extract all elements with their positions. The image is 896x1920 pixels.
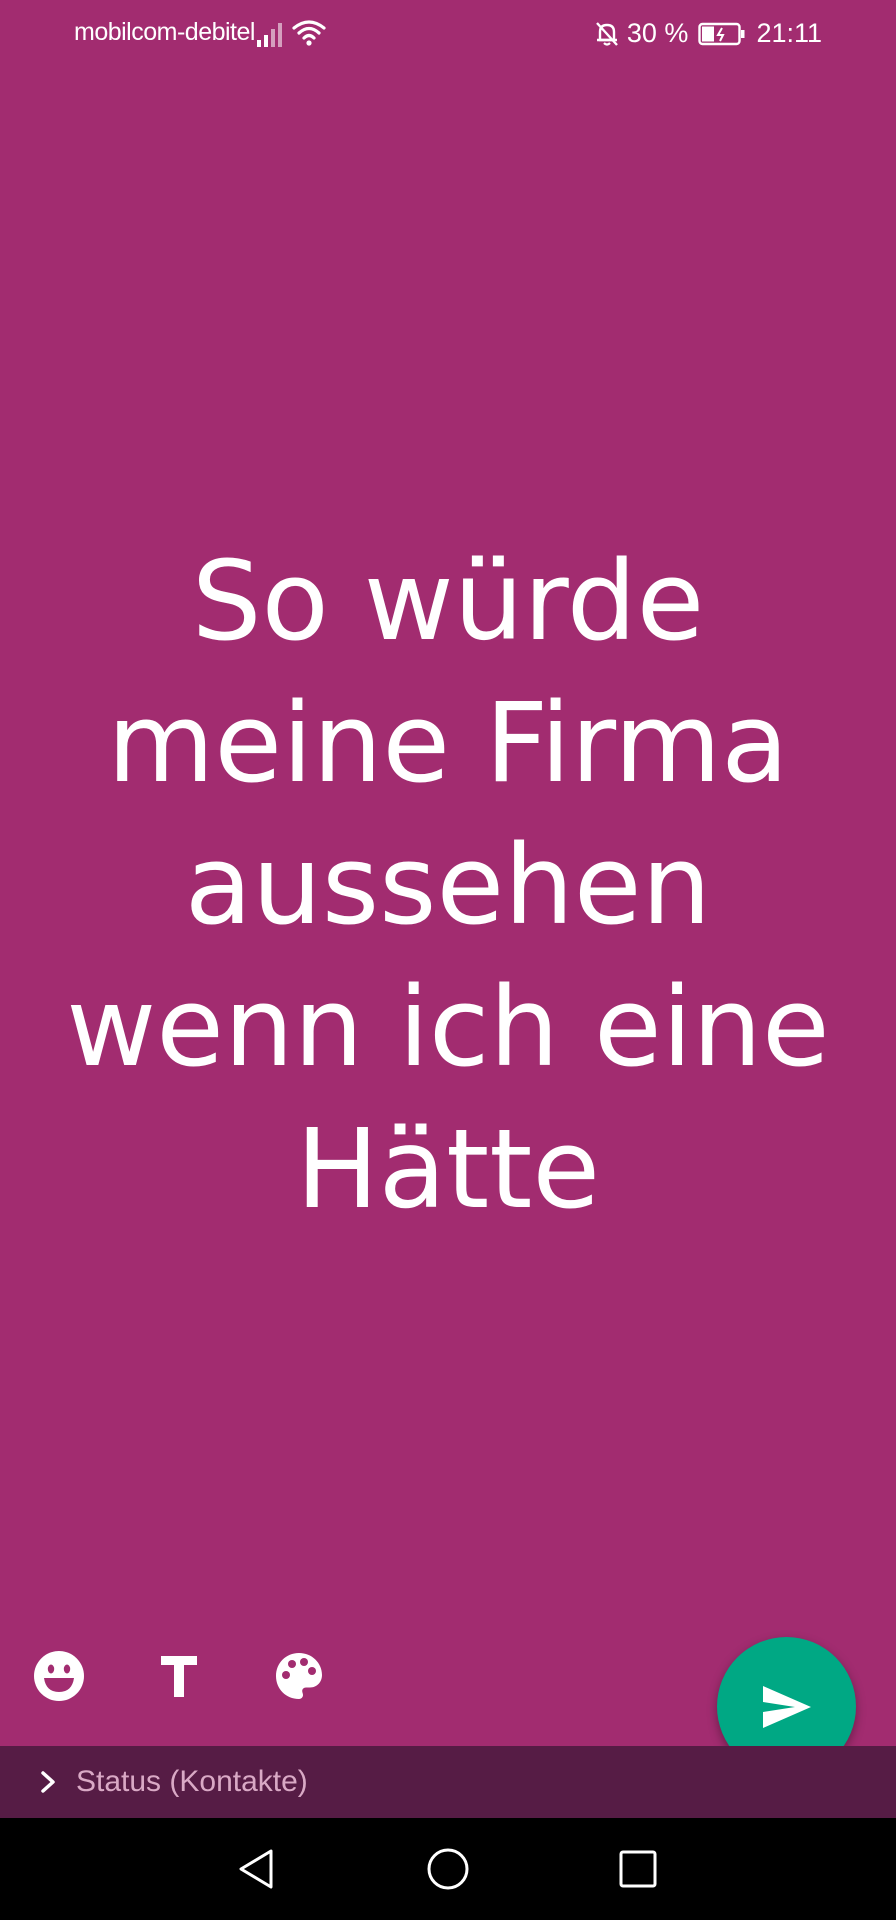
battery-percent: 30 %: [626, 18, 689, 48]
status-text-line: Hätte: [295, 1105, 601, 1233]
battery-icon: [698, 22, 745, 45]
recents-icon: [619, 1850, 657, 1888]
right-status-group: 30 % 21:11: [593, 18, 822, 49]
status-composer-screen: mobilcom-debitel 30 % 21:11 So würde mei…: [0, 0, 896, 1920]
signal-icon: [257, 23, 282, 47]
status-text-line: wenn ich eine: [66, 963, 830, 1091]
back-button[interactable]: [233, 1846, 279, 1892]
back-icon: [239, 1849, 273, 1889]
audience-label: Status (Kontakte): [76, 1765, 308, 1798]
wifi-icon: [292, 20, 326, 46]
status-audience-selector[interactable]: Status (Kontakte): [0, 1746, 896, 1818]
clock: 21:11: [756, 18, 822, 48]
emoji-icon: [34, 1651, 84, 1701]
emoji-button[interactable]: [31, 1648, 87, 1704]
home-icon: [427, 1848, 469, 1890]
chevron-right-icon: [41, 1771, 55, 1793]
status-text-content[interactable]: So würde meine Firma aussehen wenn ich e…: [40, 530, 856, 1240]
status-text-line: aussehen: [184, 821, 712, 949]
status-text-line: meine Firma: [107, 679, 789, 807]
text-style-icon: [161, 1656, 197, 1697]
send-icon: [762, 1685, 811, 1728]
system-status-bar: mobilcom-debitel 30 % 21:11: [0, 0, 896, 68]
bell-off-icon: [596, 21, 618, 46]
text-style-button[interactable]: [151, 1648, 207, 1704]
recents-button[interactable]: [615, 1846, 661, 1892]
carrier-name: mobilcom-debitel: [74, 18, 255, 46]
status-text-line: So würde: [191, 537, 705, 665]
system-navigation-bar: [0, 1818, 896, 1920]
palette-icon: [276, 1653, 322, 1699]
background-color-button[interactable]: [271, 1648, 327, 1704]
home-button[interactable]: [425, 1846, 471, 1892]
